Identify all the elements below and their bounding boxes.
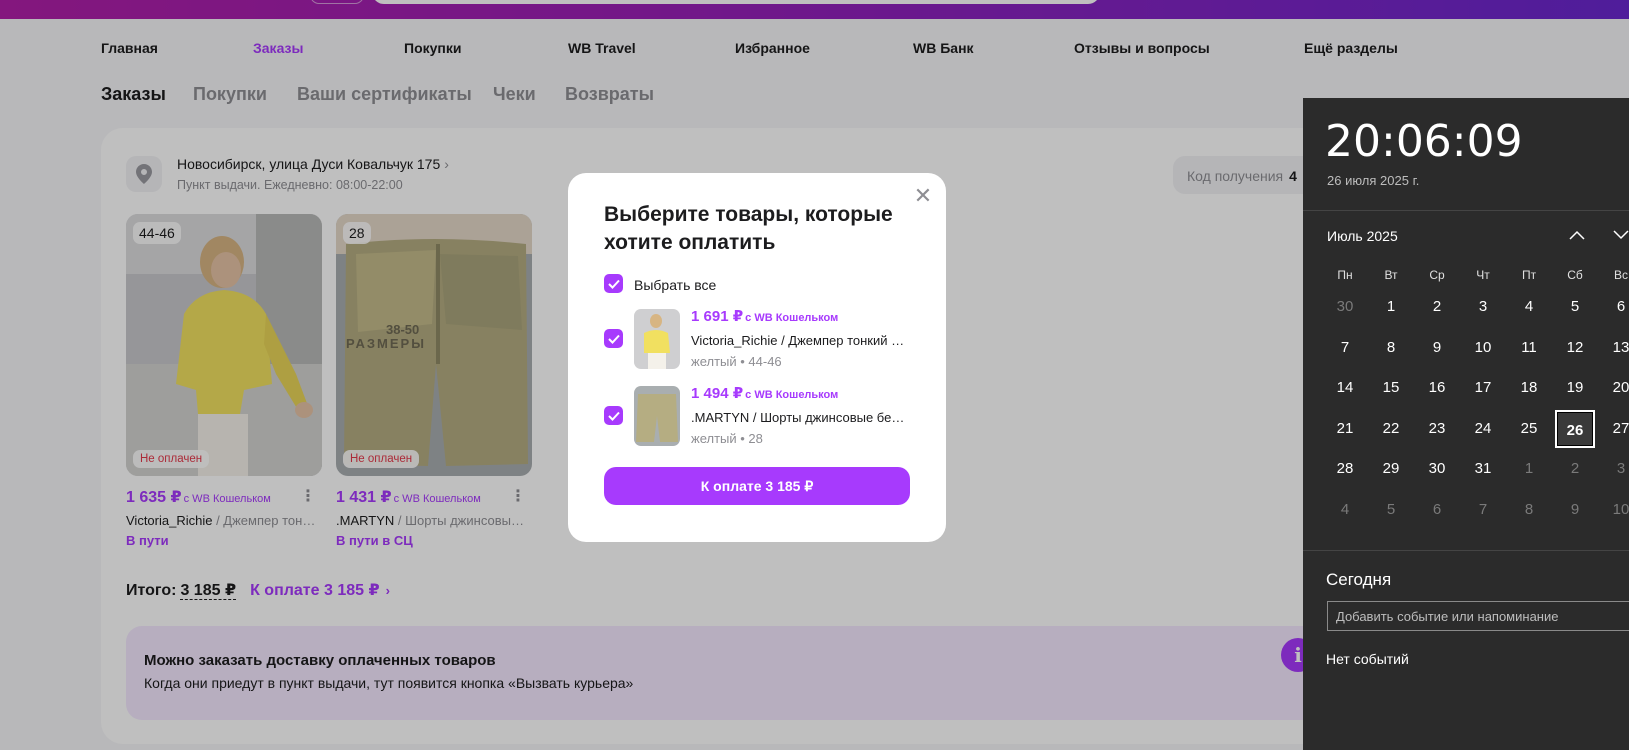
calendar-day[interactable]: 6 <box>1601 288 1629 326</box>
payment-select-modal: ✕ Выберите товары, которые хотите оплати… <box>568 173 946 542</box>
clock-calendar-panel: 20:06:09 26 июля 2025 г. Июль 2025 Пн Вт С… <box>1303 98 1629 750</box>
calendar-day[interactable]: 20 <box>1601 369 1629 407</box>
modal-title: Выберите товары, которые хотите оплатить <box>604 203 893 254</box>
modal-item-1[interactable]: 1 691 ₽ с WB Кошельком Victoria_Richie / … <box>634 307 924 369</box>
calendar-day[interactable]: 9 <box>1555 491 1595 529</box>
calendar-day[interactable]: 2 <box>1555 450 1595 488</box>
weekday-label: Пт <box>1521 268 1537 282</box>
calendar-day[interactable]: 7 <box>1325 329 1365 367</box>
modal-item-meta: желтый • 28 <box>691 431 763 446</box>
clock-date[interactable]: 26 июля 2025 г. <box>1327 173 1419 188</box>
calendar-day[interactable]: 15 <box>1371 369 1411 407</box>
calendar-day[interactable]: 3 <box>1463 288 1503 326</box>
select-all-label[interactable]: Выбрать все <box>634 277 716 293</box>
modal-item-thumb <box>634 386 680 446</box>
chevron-down-icon[interactable] <box>1609 224 1629 248</box>
select-all-checkbox[interactable] <box>604 274 623 293</box>
divider <box>1303 210 1629 211</box>
modal-item-2[interactable]: 1 494 ₽ с WB Кошельком .MARTYN / Шорты дж… <box>634 384 924 446</box>
modal-item-name: .MARTYN / Шорты джинсовые бермуды <box>691 410 909 425</box>
modal-item-name: Victoria_Richie / Джемпер тонкий оверсай… <box>691 333 909 348</box>
calendar-day[interactable]: 8 <box>1509 491 1549 529</box>
calendar-day[interactable]: 14 <box>1325 369 1365 407</box>
checkmark-icon <box>607 334 620 344</box>
calendar-day[interactable]: 3 <box>1601 450 1629 488</box>
calendar-day[interactable]: 17 <box>1463 369 1503 407</box>
calendar-day[interactable]: 22 <box>1371 410 1411 448</box>
item-checkbox-1[interactable] <box>604 329 623 348</box>
modal-item-price: 1 494 ₽ с WB Кошельком <box>691 384 838 402</box>
calendar-month[interactable]: Июль 2025 <box>1327 228 1398 244</box>
modal-item-price: 1 691 ₽ с WB Кошельком <box>691 307 838 325</box>
calendar-day[interactable]: 30 <box>1325 288 1365 326</box>
calendar-day[interactable]: 24 <box>1463 410 1503 448</box>
calendar-day[interactable]: 1 <box>1371 288 1411 326</box>
calendar-day[interactable]: 30 <box>1417 450 1457 488</box>
calendar-day[interactable]: 16 <box>1417 369 1457 407</box>
calendar-day[interactable]: 12 <box>1555 329 1595 367</box>
chevron-up-icon[interactable] <box>1565 224 1589 248</box>
calendar-day[interactable]: 31 <box>1463 450 1503 488</box>
calendar-day[interactable]: 4 <box>1325 491 1365 529</box>
weekday-label: Пн <box>1337 268 1353 282</box>
no-events-text: Нет событий <box>1326 651 1409 667</box>
weekday-label: Сб <box>1567 268 1583 282</box>
calendar-day[interactable]: 29 <box>1371 450 1411 488</box>
checkmark-icon <box>607 411 620 421</box>
modal-item-thumb <box>634 309 680 369</box>
calendar-day[interactable]: 23 <box>1417 410 1457 448</box>
modal-item-price-value: 1 691 ₽ <box>691 308 744 325</box>
calendar-day[interactable]: 25 <box>1509 410 1549 448</box>
calendar-day[interactable]: 4 <box>1509 288 1549 326</box>
calendar-day[interactable]: 9 <box>1417 329 1457 367</box>
calendar-day[interactable]: 28 <box>1325 450 1365 488</box>
clock-time: 20:06:09 <box>1325 116 1523 167</box>
close-icon[interactable]: ✕ <box>912 185 934 207</box>
weekday-label: Ср <box>1429 268 1445 282</box>
today-label: Сегодня <box>1326 570 1392 589</box>
item-checkbox-2[interactable] <box>604 406 623 425</box>
calendar-day[interactable]: 21 <box>1325 410 1365 448</box>
calendar-day[interactable]: 10 <box>1463 329 1503 367</box>
calendar-day[interactable]: 2 <box>1417 288 1457 326</box>
calendar-day[interactable]: 8 <box>1371 329 1411 367</box>
calendar-day[interactable]: 11 <box>1509 329 1549 367</box>
calendar-day[interactable]: 6 <box>1417 491 1457 529</box>
weekday-label: Вт <box>1384 268 1398 282</box>
calendar-day[interactable]: 5 <box>1555 288 1595 326</box>
calendar-day[interactable]: 27 <box>1601 410 1629 448</box>
modal-item-price-value: 1 494 ₽ <box>691 385 744 402</box>
calendar-day[interactable]: 13 <box>1601 329 1629 367</box>
calendar-day[interactable]: 1 <box>1509 450 1549 488</box>
calendar-day[interactable]: 10 <box>1601 491 1629 529</box>
divider <box>1303 550 1629 551</box>
add-event-input[interactable] <box>1327 601 1629 631</box>
calendar-day[interactable]: 5 <box>1371 491 1411 529</box>
calendar-day[interactable]: 7 <box>1463 491 1503 529</box>
weekday-label: Вс <box>1613 268 1628 282</box>
checkmark-icon <box>607 279 620 289</box>
pay-button[interactable]: К оплате 3 185 ₽ <box>604 467 910 505</box>
calendar-day-today[interactable]: 26 <box>1555 409 1595 448</box>
calendar-day[interactable]: 19 <box>1555 369 1595 407</box>
wallet-label: с WB Кошельком <box>745 389 839 401</box>
calendar-day[interactable]: 18 <box>1509 369 1549 407</box>
wallet-label: с WB Кошельком <box>745 312 839 324</box>
weekday-label: Чт <box>1476 268 1490 282</box>
modal-item-meta: желтый • 44-46 <box>691 354 782 369</box>
